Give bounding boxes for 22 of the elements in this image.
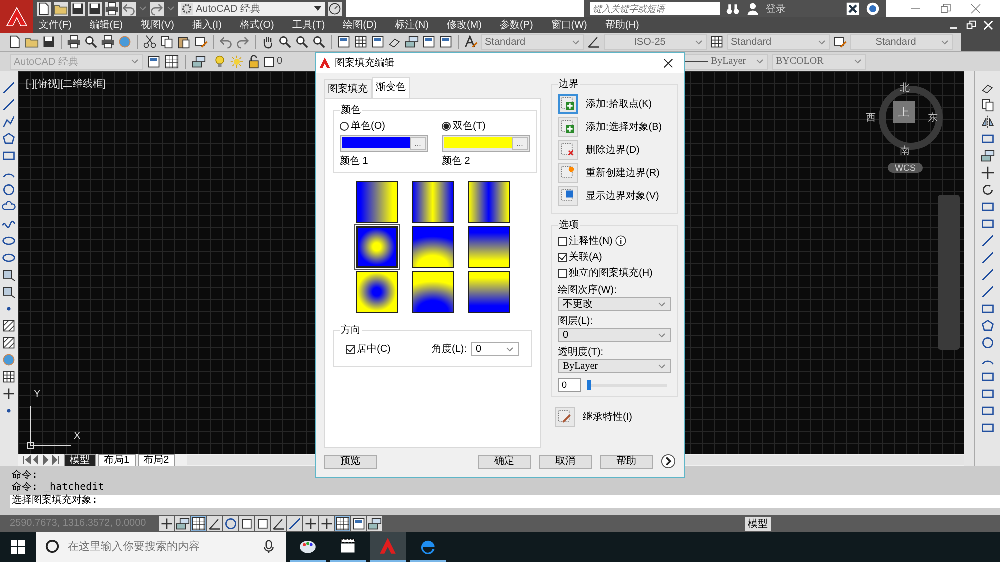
color-label: 颜色 1	[340, 154, 370, 168]
command-history-line: 命令: _hatchedit	[12, 482, 106, 494]
color-label: 颜色 2	[442, 154, 472, 168]
group-title: 方向	[340, 324, 362, 337]
boundary-action-label: 显示边界对象(V)	[586, 190, 660, 203]
layer-name: 0	[277, 56, 283, 67]
field-label: 透明度(T):	[558, 346, 605, 359]
group-title: 颜色	[340, 104, 362, 117]
boundary-action-label: 删除边界(D)	[586, 144, 640, 157]
boundary-action-label: 重新创建边界(R)	[586, 166, 660, 180]
angle-label: 角度(L):	[432, 342, 467, 356]
axis-label: Y	[34, 389, 41, 400]
boundary-action-label: 添加:拾取点(K)	[586, 98, 652, 111]
group-title: 边界	[558, 78, 580, 91]
inherit-properties-label: 继承特性(I)	[583, 410, 632, 424]
axis-label: X	[74, 431, 81, 442]
group-title: 选项	[558, 218, 580, 232]
command-history-line: 命令:	[12, 470, 40, 482]
boundary-action-label: 添加:选择对象(B)	[586, 120, 662, 134]
field-label: 绘图次序(W):	[558, 284, 618, 297]
field-label: 图层(L):	[558, 315, 594, 328]
workspace-name: AutoCAD 经典	[196, 2, 262, 16]
